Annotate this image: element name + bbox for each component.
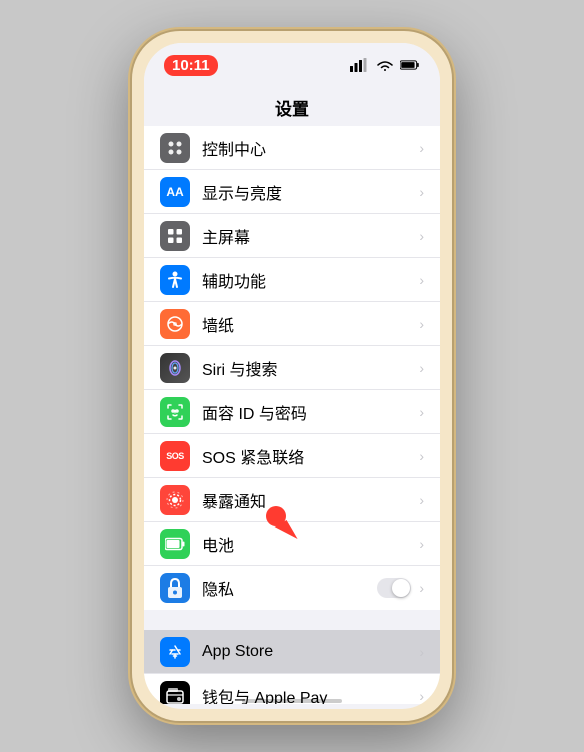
phone-screen: 10:11 <box>144 43 440 709</box>
status-icons <box>350 55 420 75</box>
sidebar-item-battery[interactable]: 电池 › <box>144 522 440 566</box>
accessibility-label: 辅助功能 <box>202 268 419 292</box>
sidebar-item-siri[interactable]: Siri 与搜索 › <box>144 346 440 390</box>
status-time: 10:11 <box>164 55 218 76</box>
phone-frame: 10:11 <box>132 31 452 721</box>
chevron-icon: › <box>419 316 424 332</box>
sidebar-item-control-center[interactable]: 控制中心 › <box>144 126 440 170</box>
settings-group-2: App Store › 钱包与 Apple Pay › <box>144 630 440 704</box>
sidebar-item-accessibility[interactable]: 辅助功能 › <box>144 258 440 302</box>
chevron-icon: › <box>419 492 424 508</box>
chevron-icon: › <box>419 688 424 704</box>
display-label: 显示与亮度 <box>202 180 419 204</box>
siri-label: Siri 与搜索 <box>202 356 419 380</box>
chevron-icon: › <box>419 228 424 244</box>
control-center-label: 控制中心 <box>202 136 419 160</box>
battery-icon-item <box>160 529 190 559</box>
privacy-toggle[interactable] <box>377 578 411 598</box>
page-title: 设置 <box>144 87 440 126</box>
chevron-icon: › <box>419 536 424 552</box>
toggle-thumb <box>392 579 410 597</box>
display-icon: AA <box>160 177 190 207</box>
faceid-label: 面容 ID 与密码 <box>202 400 419 424</box>
chevron-icon: › <box>419 272 424 288</box>
appstore-label: App Store <box>202 643 419 661</box>
home-indicator <box>242 699 342 703</box>
chevron-icon: › <box>419 580 424 596</box>
sos-label: SOS 紧急联络 <box>202 444 419 468</box>
sidebar-item-display[interactable]: AA 显示与亮度 › <box>144 170 440 214</box>
sidebar-item-appstore[interactable]: App Store › <box>144 630 440 674</box>
wallpaper-label: 墙纸 <box>202 312 419 336</box>
sidebar-item-wallpaper[interactable]: 墙纸 › <box>144 302 440 346</box>
wifi-icon <box>375 55 395 75</box>
appstore-icon <box>160 637 190 667</box>
sidebar-item-home[interactable]: 主屏幕 › <box>144 214 440 258</box>
chevron-icon: › <box>419 360 424 376</box>
home-screen-icon <box>160 221 190 251</box>
siri-icon <box>160 353 190 383</box>
privacy-icon <box>160 573 190 603</box>
control-center-icon <box>160 133 190 163</box>
sidebar-item-faceid[interactable]: 面容 ID 与密码 › <box>144 390 440 434</box>
status-bar: 10:11 <box>144 43 440 87</box>
sidebar-item-exposure[interactable]: 暴露通知 › <box>144 478 440 522</box>
battery-icon <box>400 55 420 75</box>
accessibility-icon <box>160 265 190 295</box>
wallet-icon <box>160 681 190 704</box>
chevron-icon: › <box>419 644 424 660</box>
battery-label: 电池 <box>202 532 419 556</box>
sidebar-item-sos[interactable]: SOS SOS 紧急联络 › <box>144 434 440 478</box>
group-divider-1 <box>144 612 440 630</box>
wallpaper-icon <box>160 309 190 339</box>
chevron-icon: › <box>419 448 424 464</box>
sidebar-item-privacy[interactable]: 隐私 › <box>144 566 440 610</box>
chevron-icon: › <box>419 184 424 200</box>
privacy-label: 隐私 <box>202 576 377 600</box>
settings-list[interactable]: 控制中心 › AA 显示与亮度 › <box>144 126 440 704</box>
sos-icon: SOS <box>160 441 190 471</box>
settings-group-1: 控制中心 › AA 显示与亮度 › <box>144 126 440 610</box>
chevron-icon: › <box>419 404 424 420</box>
exposure-label: 暴露通知 <box>202 488 419 512</box>
exposure-icon <box>160 485 190 515</box>
home-screen-label: 主屏幕 <box>202 224 419 248</box>
chevron-icon: › <box>419 140 424 156</box>
signal-icon <box>350 55 370 75</box>
faceid-icon <box>160 397 190 427</box>
